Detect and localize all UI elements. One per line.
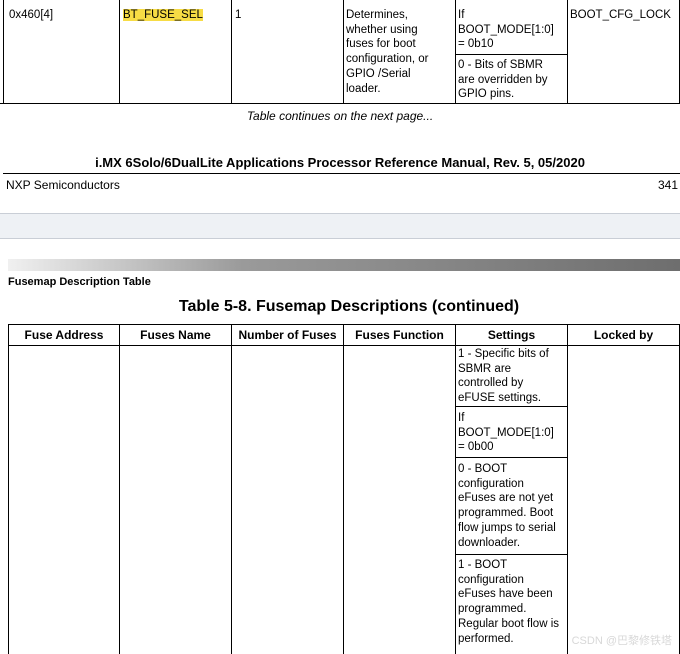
- settings-cell-b: 0 - Bits of SBMR are overridden by GPIO …: [458, 59, 548, 101]
- settings-block-1: 1 - Specific bits of SBMR are controlled…: [458, 348, 549, 405]
- fuse-function-cell: Determines, whether using fuses for boot…: [346, 9, 429, 95]
- footer-company: NXP Semiconductors: [6, 178, 120, 192]
- section-header-bar: [8, 259, 680, 271]
- locked-by-cell: BOOT_CFG_LOCK: [570, 9, 671, 21]
- top-table-row: 0x460[4] BT_FUSE_SEL 1 Determines, wheth…: [0, 0, 680, 104]
- settings-cell: If BOOT_MODE[1:0] = 0b10: [458, 9, 554, 51]
- col-header-settings: Settings: [487, 328, 536, 342]
- table-continues-note: Table continues on the next page...: [246, 109, 434, 123]
- page-gap: [0, 213, 680, 239]
- settings-block-4: 1 - BOOT configuration eFuses have been …: [458, 559, 559, 645]
- settings-block-2: If BOOT_MODE[1:0] = 0b00: [458, 412, 554, 454]
- section-header: Fusemap Description Table: [8, 276, 151, 288]
- table-title: Table 5-8. Fusemap Descriptions (continu…: [178, 298, 520, 315]
- highlighted-fuse-name: BT_FUSE_SEL: [123, 9, 203, 21]
- col-header-number-of-fuses: Number of Fuses: [238, 328, 337, 342]
- col-header-locked-by: Locked by: [593, 328, 654, 342]
- fusemap-table: Fuse Address Fuses Name Number of Fuses …: [8, 324, 680, 654]
- col-header-fuse-address: Fuse Address: [24, 328, 104, 342]
- page-number: 341: [657, 178, 678, 192]
- number-of-fuses-cell: 1: [235, 9, 242, 21]
- col-header-fuses-function: Fuses Function: [355, 328, 444, 342]
- fuse-name-cell: BT_FUSE_SEL: [123, 8, 203, 23]
- fuse-address-cell: 0x460[4]: [9, 9, 54, 21]
- settings-block-3: 0 - BOOT configuration eFuses are not ye…: [458, 463, 556, 549]
- watermark: CSDN @巴黎修铁塔: [571, 635, 672, 647]
- col-header-fuses-name: Fuses Name: [140, 328, 211, 342]
- manual-title-footer: i.MX 6Solo/6DualLite Applications Proces…: [95, 155, 585, 170]
